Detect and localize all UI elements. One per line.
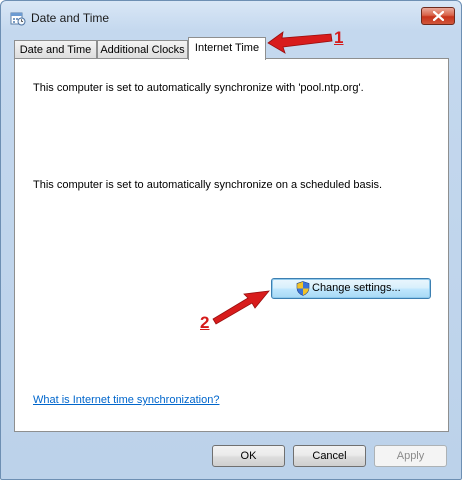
ok-button[interactable]: OK [212,445,285,467]
annotation-arrow-2 [212,290,270,325]
sync-schedule-text: This computer is set to automatically sy… [33,179,383,191]
annotation-number-2: 2 [200,313,210,332]
tab-additional-clocks[interactable]: Additional Clocks [97,40,188,59]
apply-button[interactable]: Apply [374,445,447,467]
annotation-arrow-1 [267,31,333,54]
annotation-number-1: 1 [334,28,344,47]
title-bar[interactable]: Date and Time [1,1,461,33]
internet-time-panel: This computer is set to automatically sy… [14,58,449,432]
window-title: Date and Time [31,11,110,25]
tab-date-and-time[interactable]: Date and Time [14,40,97,59]
date-and-time-window: Date and Time Date and Time Additional C… [0,0,462,480]
sync-server-text: This computer is set to automatically sy… [33,82,364,94]
cancel-button[interactable]: Cancel [293,445,366,467]
change-settings-button[interactable]: Change settings... [271,278,431,299]
tab-internet-time[interactable]: Internet Time [188,37,266,60]
uac-shield-icon [296,281,310,299]
internet-time-help-link[interactable]: What is Internet time synchronization? [33,394,219,406]
close-button[interactable] [421,7,455,25]
close-icon [433,11,444,21]
calendar-clock-icon [10,10,26,26]
change-settings-label: Change settings... [312,282,401,294]
